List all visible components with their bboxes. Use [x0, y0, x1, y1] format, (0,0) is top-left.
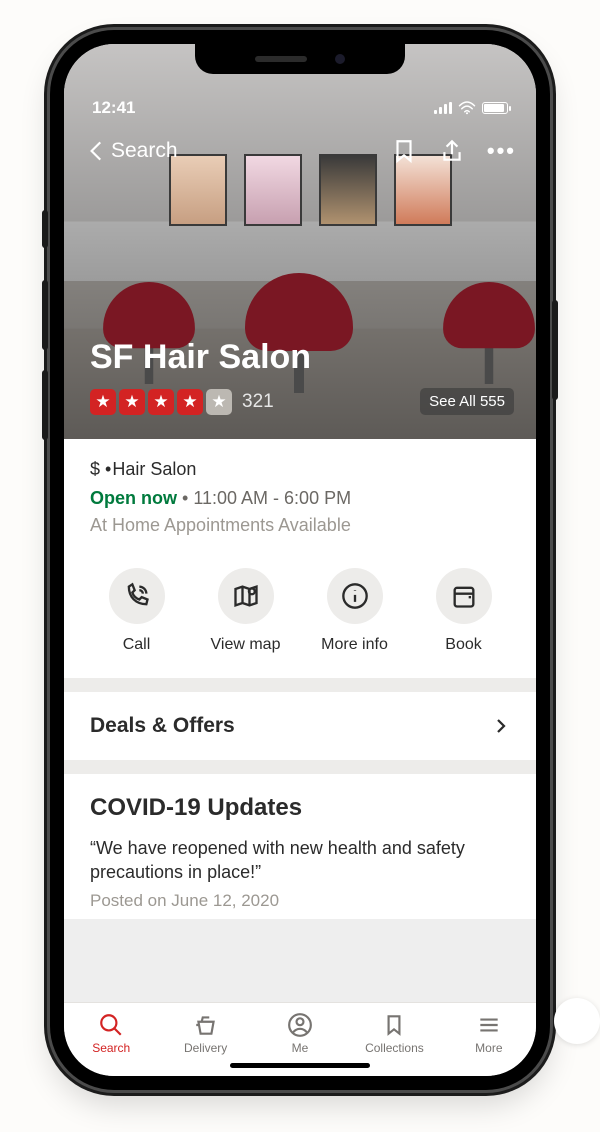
covid-posted: Posted on June 12, 2020	[90, 891, 510, 911]
floating-action[interactable]	[554, 998, 600, 1044]
map-button[interactable]: View map	[191, 568, 300, 654]
book-label: Book	[445, 636, 481, 653]
notch	[195, 44, 405, 74]
tab-delivery[interactable]: Delivery	[158, 1003, 252, 1064]
wifi-icon	[458, 101, 476, 115]
deals-row[interactable]: Deals & Offers	[64, 692, 536, 760]
covid-title: COVID-19 Updates	[90, 794, 510, 822]
book-button[interactable]: Book	[409, 568, 518, 654]
delivery-icon	[193, 1012, 219, 1038]
top-nav: Search •••	[64, 130, 536, 172]
hours-row: Open now • 11:00 AM - 6:00 PM	[90, 488, 510, 509]
content: $ • Hair Salon Open now • 11:00 AM - 6:0…	[64, 439, 536, 919]
category: Hair Salon	[112, 459, 196, 479]
tab-collections-label: Collections	[365, 1041, 424, 1055]
volume-down	[42, 370, 48, 440]
power-button	[552, 300, 558, 400]
tab-me[interactable]: Me	[253, 1003, 347, 1064]
tab-me-label: Me	[292, 1041, 309, 1055]
status-time: 12:41	[92, 98, 135, 118]
bookmark-icon	[381, 1012, 407, 1038]
covid-quote: “We have reopened with new health and sa…	[90, 836, 510, 885]
phone-icon	[123, 582, 151, 610]
back-label: Search	[111, 139, 178, 163]
bookmark-button[interactable]	[391, 138, 417, 164]
status-bar: 12:41	[64, 98, 536, 118]
price-category: $ • Hair Salon	[90, 459, 510, 480]
business-meta: $ • Hair Salon Open now • 11:00 AM - 6:0…	[64, 439, 536, 546]
info-button[interactable]: More info	[300, 568, 409, 654]
tab-search[interactable]: Search	[64, 1003, 158, 1064]
call-button[interactable]: Call	[82, 568, 191, 654]
action-row: Call View map More info Book	[64, 546, 536, 678]
back-button[interactable]: Search	[84, 138, 178, 164]
home-indicator[interactable]	[230, 1063, 370, 1068]
map-label: View map	[211, 636, 281, 653]
battery-icon	[482, 102, 508, 114]
more-button[interactable]: •••	[487, 138, 516, 164]
share-button[interactable]	[439, 138, 465, 164]
info-icon	[341, 582, 369, 610]
tab-collections[interactable]: Collections	[347, 1003, 441, 1064]
business-name: SF Hair Salon	[90, 338, 311, 377]
search-icon	[98, 1012, 124, 1038]
tab-search-label: Search	[92, 1041, 130, 1055]
bookmark-icon	[391, 138, 417, 164]
deals-title: Deals & Offers	[90, 714, 235, 738]
see-all-photos-button[interactable]: See All 555	[420, 388, 514, 415]
map-icon	[232, 582, 260, 610]
divider	[64, 678, 536, 692]
open-status: Open now	[90, 488, 177, 508]
price-level: $	[90, 459, 100, 479]
volume-up	[42, 280, 48, 350]
chevron-right-icon	[492, 714, 510, 738]
chevron-left-icon	[84, 138, 110, 164]
star-rating: ★★★★★	[90, 389, 232, 415]
cellular-icon	[434, 102, 452, 114]
divider	[64, 760, 536, 774]
tab-more[interactable]: More	[442, 1003, 536, 1064]
business-hours: 11:00 AM - 6:00 PM	[193, 488, 351, 508]
mute-switch	[42, 210, 48, 248]
user-icon	[287, 1012, 313, 1038]
review-count: 321	[242, 391, 274, 413]
screen: 12:41 Search	[64, 44, 536, 1076]
covid-section: COVID-19 Updates “We have reopened with …	[64, 774, 536, 919]
tab-delivery-label: Delivery	[184, 1041, 227, 1055]
service-note: At Home Appointments Available	[90, 515, 510, 536]
rating-row[interactable]: ★★★★★ 321	[90, 389, 274, 415]
menu-icon	[476, 1012, 502, 1038]
info-label: More info	[321, 636, 388, 653]
calendar-icon	[450, 582, 478, 610]
call-label: Call	[123, 636, 151, 653]
phone-frame: 12:41 Search	[50, 30, 550, 1090]
tab-more-label: More	[475, 1041, 502, 1055]
share-icon	[439, 138, 465, 164]
